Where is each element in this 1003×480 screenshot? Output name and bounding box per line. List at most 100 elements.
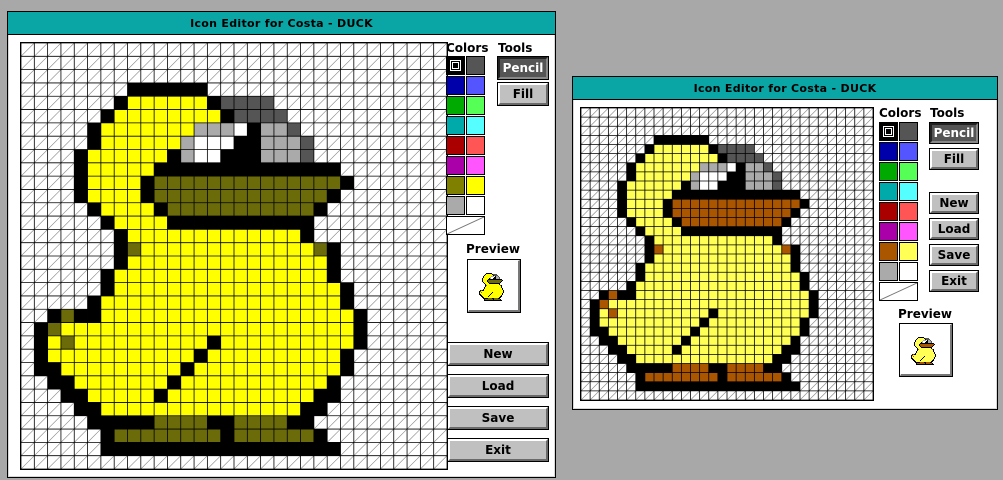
color-swatch[interactable] [466,196,485,215]
pixel-cell[interactable] [690,235,700,245]
pixel-cell[interactable] [672,153,682,163]
pixel-cell[interactable] [260,309,274,323]
pixel-cell[interactable] [100,189,115,203]
pixel-cell[interactable] [663,190,673,200]
pixel-cell[interactable] [681,336,691,346]
pixel-cell[interactable] [663,354,673,364]
pixel-cell[interactable] [690,363,700,373]
pixel-cell[interactable] [207,402,221,416]
pixel-cell[interactable] [234,229,248,243]
pixel-cell[interactable] [140,282,155,296]
pixel-cell[interactable] [772,254,782,264]
pixel-cell[interactable] [781,336,791,346]
pixel-cell[interactable] [167,442,181,456]
pixel-cell[interactable] [340,349,354,363]
pixel-cell[interactable] [140,189,155,203]
pixel-cell[interactable] [207,109,221,123]
pixel-cell[interactable] [708,372,718,382]
pixel-cell[interactable] [100,322,115,336]
pixel-cell[interactable] [763,263,773,273]
pixel-cell[interactable] [220,229,234,243]
pixel-cell[interactable] [699,345,709,355]
pixel-cell[interactable] [727,226,737,236]
pixel-cell[interactable] [663,263,673,273]
pixel-cell[interactable] [736,217,746,227]
pixel-cell[interactable] [194,136,208,150]
pixel-cell[interactable] [207,309,221,323]
pixel-cell[interactable] [745,244,755,254]
pixel-cell[interactable] [234,349,248,363]
pixel-cell[interactable] [180,216,195,230]
pixel-cell[interactable] [745,345,755,355]
pixel-cell[interactable] [681,345,691,355]
pixel-cell[interactable] [313,176,328,190]
pixel-cell[interactable] [154,162,168,177]
pixel-cell[interactable] [180,176,195,190]
pixel-cell[interactable] [247,349,261,363]
pixel-cell[interactable] [727,308,737,318]
pixel-cell[interactable] [754,181,764,191]
pixel-cell[interactable] [34,362,48,376]
pixel-cell[interactable] [772,272,782,282]
pixel-cell[interactable] [194,256,208,270]
color-swatch[interactable] [899,202,918,221]
pixel-cell[interactable] [74,176,88,190]
pixel-cell[interactable] [287,295,301,310]
pixel-cell[interactable] [60,349,75,363]
pixel-cell[interactable] [194,442,208,456]
pixel-cell[interactable] [745,153,755,163]
pixel-cell[interactable] [313,282,328,296]
pixel-cell[interactable] [287,335,301,350]
pixel-cell[interactable] [690,372,700,382]
pixel-cell[interactable] [300,335,314,350]
pixel-cell[interactable] [220,136,234,150]
pixel-cell[interactable] [327,322,341,336]
pixel-cell[interactable] [608,336,618,346]
pixel-cell[interactable] [654,354,664,364]
pixel-cell[interactable] [690,345,700,355]
pixel-cell[interactable] [194,282,208,296]
pixel-cell[interactable] [763,372,773,382]
pixel-cell[interactable] [300,162,314,177]
pixel-cell[interactable] [87,122,101,137]
pixel-cell[interactable] [790,336,800,346]
pixel-cell[interactable] [167,282,181,296]
pixel-cell[interactable] [727,171,737,181]
pixel-cell[interactable] [207,442,221,456]
pixel-cell[interactable] [234,295,248,310]
pixel-cell[interactable] [800,290,810,300]
pixel-cell[interactable] [154,389,168,403]
pixel-cell[interactable] [260,122,274,137]
pixel-cell[interactable] [220,282,234,296]
pixel-cell[interactable] [754,299,764,309]
pixel-cell[interactable] [754,308,764,318]
pixel-cell[interactable] [754,281,764,291]
pixel-cell[interactable] [754,244,764,254]
pixel-cell[interactable] [736,244,746,254]
pixel-cell[interactable] [100,442,115,456]
pixel-cell[interactable] [127,389,141,403]
pixel-cell[interactable] [127,82,141,97]
pixel-cell[interactable] [672,199,682,209]
pixel-cell[interactable] [234,136,248,150]
pixel-cell[interactable] [247,229,261,243]
pixel-cell[interactable] [708,317,718,327]
pixel-cell[interactable] [167,389,181,403]
pixel-cell[interactable] [114,375,128,390]
pixel-cell[interactable] [681,162,691,172]
pixel-cell[interactable] [114,322,128,336]
pixel-cell[interactable] [708,244,718,254]
pixel-cell[interactable] [699,272,709,282]
pixel-cell[interactable] [287,189,301,203]
pixel-cell[interactable] [140,136,155,150]
pixel-cell[interactable] [644,263,654,273]
pixel-cell[interactable] [234,402,248,416]
pixel-cell[interactable] [287,269,301,283]
color-swatch[interactable] [899,222,918,241]
pixel-cell[interactable] [717,235,727,245]
pixel-cell[interactable] [790,190,800,200]
pixel-cell[interactable] [313,362,328,376]
pixel-cell[interactable] [127,189,141,203]
pixel-cell[interactable] [644,372,654,382]
pixel-cell[interactable] [260,335,274,350]
